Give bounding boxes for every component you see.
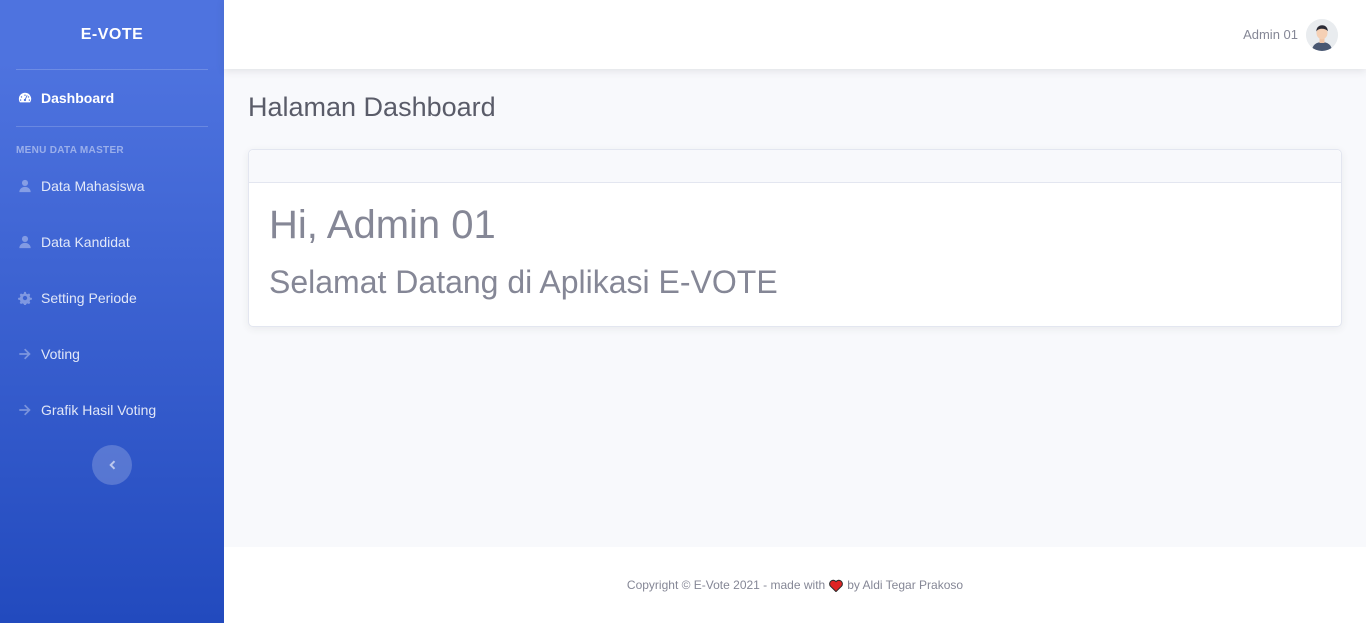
avatar-icon (1306, 18, 1338, 51)
card-body: Hi, Admin 01 Selamat Datang di Aplikasi … (249, 183, 1341, 326)
sidebar-item-dashboard[interactable]: Dashboard (0, 70, 224, 126)
footer-prefix: Copyright © E-Vote 2021 - made with (626, 578, 826, 592)
footer-suffix: by Aldi Tegar Prakoso (847, 578, 964, 592)
user-icon (16, 179, 34, 193)
sidebar-item-data-kandidat[interactable]: Data Kandidat (0, 214, 224, 270)
sidebar-item-data-mahasiswa[interactable]: Data Mahasiswa (0, 158, 224, 214)
sidebar-item-label: Voting (41, 346, 80, 362)
user-menu[interactable]: Admin 01 (1243, 18, 1338, 51)
topbar: Admin 01 (224, 0, 1366, 69)
page-title: Halaman Dashboard (248, 92, 496, 122)
sidebar-item-label: Grafik Hasil Voting (41, 402, 157, 418)
sidebar: E-VOTE Dashboard MENU DATA MASTER Data M… (0, 0, 224, 623)
sidebar-item-setting-periode[interactable]: Setting Periode (0, 270, 224, 326)
sidebar-item-grafik-hasil-voting[interactable]: Grafik Hasil Voting (0, 382, 224, 438)
tachometer-icon (16, 91, 34, 105)
gear-icon (16, 291, 34, 305)
sidebar-toggle-button[interactable] (92, 445, 132, 485)
user-name: Admin 01 (1243, 27, 1298, 42)
footer: Copyright © E-Vote 2021 - made with by A… (224, 547, 1366, 623)
main-content: Halaman Dashboard Hi, Admin 01 Selamat D… (224, 69, 1366, 547)
welcome-text: Selamat Datang di Aplikasi E-VOTE (269, 264, 778, 300)
sidebar-item-label: Setting Periode (41, 290, 137, 306)
welcome-card: Hi, Admin 01 Selamat Datang di Aplikasi … (248, 149, 1342, 328)
chevron-left-icon (109, 460, 116, 470)
sidebar-toggle-wrap (0, 438, 224, 485)
brand-logo[interactable]: E-VOTE (0, 0, 224, 69)
user-icon (16, 235, 34, 249)
heart-icon (829, 579, 844, 592)
arrow-right-icon (16, 403, 34, 417)
sidebar-item-label: Data Mahasiswa (41, 178, 145, 194)
sidebar-item-voting[interactable]: Voting (0, 326, 224, 382)
arrow-right-icon (16, 347, 34, 361)
sidebar-item-label: Data Kandidat (41, 234, 130, 250)
sidebar-heading: MENU DATA MASTER (16, 145, 124, 156)
sidebar-item-label: Dashboard (41, 90, 115, 106)
card-header (249, 150, 1341, 183)
greeting-text: Hi, Admin 01 (269, 203, 496, 247)
